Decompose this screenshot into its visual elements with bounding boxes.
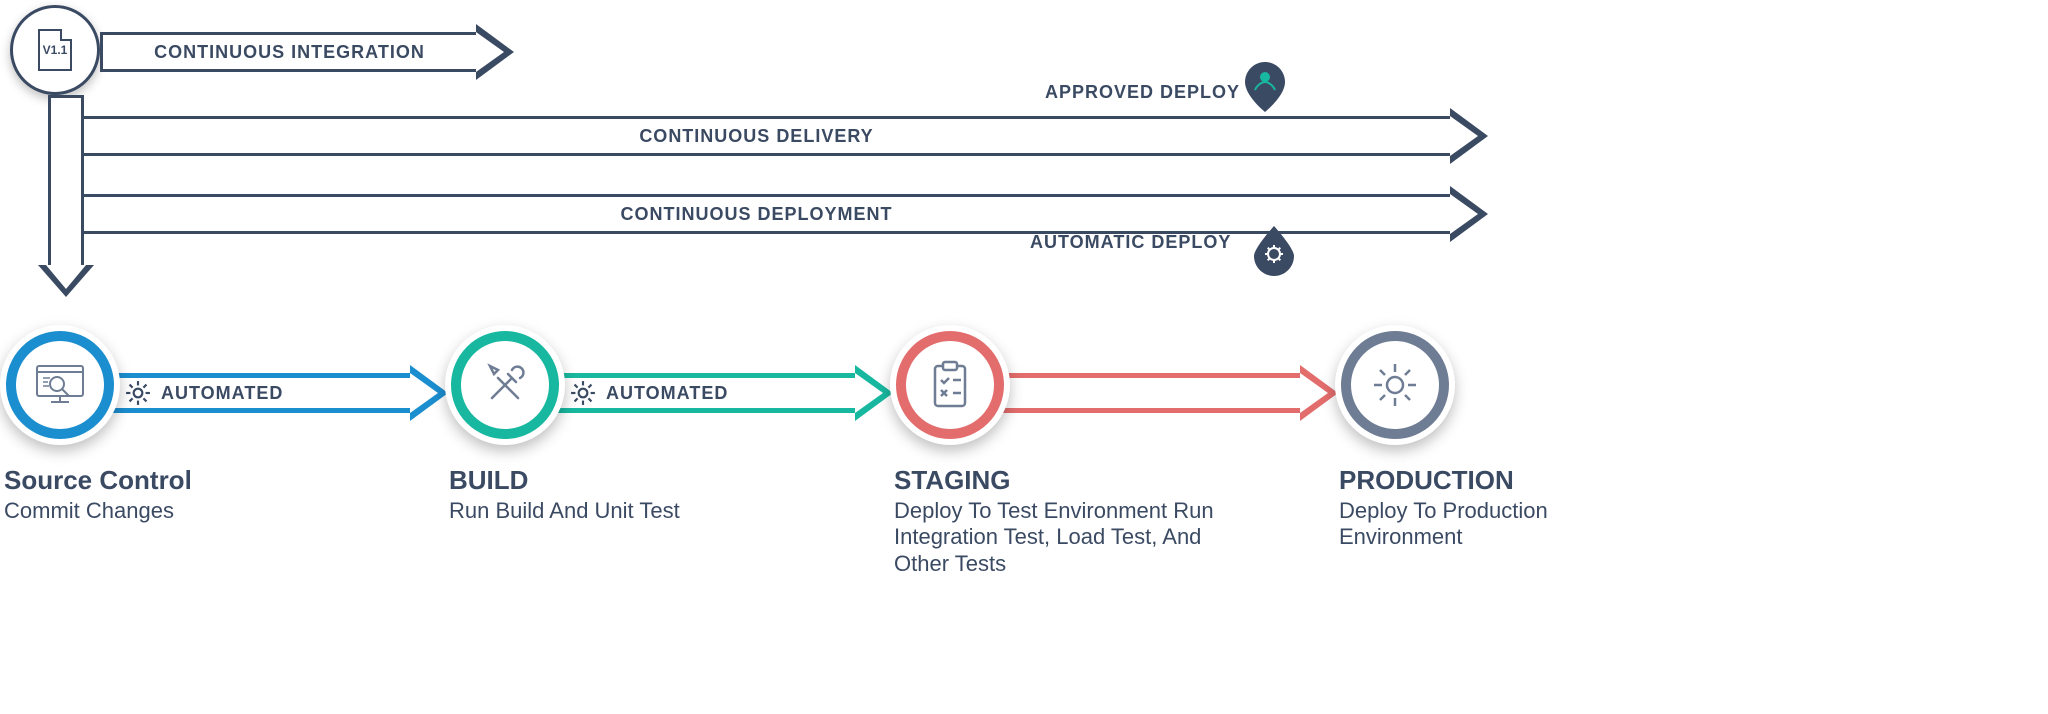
connector-red <box>990 365 1338 421</box>
stage-staging <box>890 325 1010 445</box>
ci-label: CONTINUOUS INTEGRATION <box>154 42 425 63</box>
stage-text: PRODUCTION Deploy To Production Environm… <box>1339 465 1619 551</box>
person-pin-icon <box>1245 62 1285 112</box>
stage-text: BUILD Run Build And Unit Test <box>449 465 709 524</box>
connector-label: AUTOMATED <box>161 383 283 404</box>
version-label: V1.1 <box>43 43 68 57</box>
version-badge: V1.1 <box>10 5 100 95</box>
cd-deployment-label: CONTINUOUS DEPLOYMENT <box>620 204 892 225</box>
connector-teal: AUTOMATED <box>545 365 893 421</box>
approved-deploy-label: APPROVED DEPLOY <box>1045 82 1240 103</box>
gear-icon <box>570 380 596 406</box>
stage-title: Source Control <box>4 465 264 496</box>
stage-text: STAGING Deploy To Test Environment Run I… <box>894 465 1224 577</box>
stage-production <box>1335 325 1455 445</box>
gear-pin-icon <box>1254 226 1294 276</box>
connector-blue: AUTOMATED <box>100 365 448 421</box>
cd-delivery-arrow: CONTINUOUS DELIVERY <box>60 108 1488 164</box>
automatic-deploy-label: AUTOMATIC DEPLOY <box>1030 232 1231 253</box>
stage-title: BUILD <box>449 465 709 496</box>
file-icon: V1.1 <box>38 29 72 71</box>
gear-icon <box>125 380 151 406</box>
stage-text: Source Control Commit Changes <box>4 465 264 524</box>
monitor-search-icon <box>33 358 87 412</box>
connector-label: AUTOMATED <box>606 383 728 404</box>
cd-delivery-label: CONTINUOUS DELIVERY <box>639 126 873 147</box>
stage-source-control <box>0 325 120 445</box>
ci-arrow: CONTINUOUS INTEGRATION <box>100 24 514 80</box>
clipboard-check-icon <box>923 358 977 412</box>
stage-build <box>445 325 565 445</box>
down-arrow <box>38 95 94 297</box>
stage-desc: Deploy To Production Environment <box>1339 498 1619 551</box>
stage-desc: Run Build And Unit Test <box>449 498 709 524</box>
stage-desc: Deploy To Test Environment Run Integrati… <box>894 498 1224 577</box>
stage-title: PRODUCTION <box>1339 465 1619 496</box>
stage-title: STAGING <box>894 465 1224 496</box>
gear-large-icon <box>1368 358 1422 412</box>
stage-desc: Commit Changes <box>4 498 264 524</box>
tools-icon <box>478 358 532 412</box>
